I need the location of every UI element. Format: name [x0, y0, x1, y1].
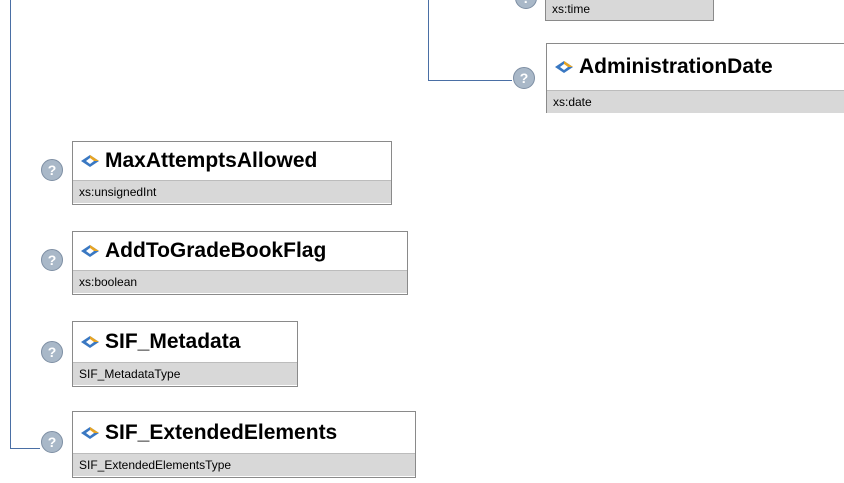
- element-name: SIF_ExtendedElements: [105, 420, 338, 444]
- connector-top-vertical: [428, 0, 429, 81]
- element-diamond-icon: [555, 61, 573, 73]
- question-mark-icon[interactable]: ?: [40, 158, 64, 182]
- connector-left-vertical: [10, 0, 11, 449]
- element-diamond-icon: [81, 245, 99, 257]
- element-type: xs:unsignedInt: [73, 180, 391, 203]
- element-name: SIF_Metadata: [105, 330, 241, 353]
- element-name: AddToGradeBookFlag: [105, 239, 327, 262]
- svg-text:?: ?: [48, 252, 57, 268]
- schema-element-time[interactable]: xs:time: [545, 0, 714, 21]
- question-mark-icon[interactable]: ?: [512, 66, 536, 90]
- schema-element-max-attempts-allowed[interactable]: MaxAttemptsAllowed xs:unsignedInt: [72, 141, 392, 205]
- question-mark-icon[interactable]: ?: [40, 248, 64, 272]
- schema-element-sif-extended-elements[interactable]: SIF_ExtendedElements SIF_ExtendedElement…: [72, 411, 416, 478]
- element-type: SIF_MetadataType: [73, 362, 297, 385]
- element-type: SIF_ExtendedElementsType: [73, 453, 415, 476]
- element-type: xs:date: [547, 90, 844, 113]
- svg-text:?: ?: [520, 70, 529, 86]
- svg-text:?: ?: [48, 162, 57, 178]
- question-mark-icon[interactable]: ?: [40, 430, 64, 454]
- question-mark-icon[interactable]: ?: [514, 0, 538, 10]
- connector-top-horizontal: [428, 80, 512, 81]
- schema-element-add-to-grade-book-flag[interactable]: AddToGradeBookFlag xs:boolean: [72, 231, 408, 295]
- svg-text:?: ?: [522, 0, 531, 6]
- element-type: xs:time: [546, 0, 713, 20]
- svg-text:?: ?: [48, 344, 57, 360]
- connector-left-bottom: [10, 448, 40, 449]
- schema-element-administration-date[interactable]: AdministrationDate xs:date: [546, 43, 844, 113]
- element-diamond-icon: [81, 336, 99, 348]
- svg-text:?: ?: [48, 434, 57, 450]
- element-diamond-icon: [81, 155, 99, 167]
- element-name: AdministrationDate: [579, 55, 773, 78]
- element-name: MaxAttemptsAllowed: [105, 149, 318, 172]
- schema-element-sif-metadata[interactable]: SIF_Metadata SIF_MetadataType: [72, 321, 298, 387]
- element-type: xs:boolean: [73, 270, 407, 293]
- question-mark-icon[interactable]: ?: [40, 340, 64, 364]
- element-diamond-icon: [81, 426, 99, 439]
